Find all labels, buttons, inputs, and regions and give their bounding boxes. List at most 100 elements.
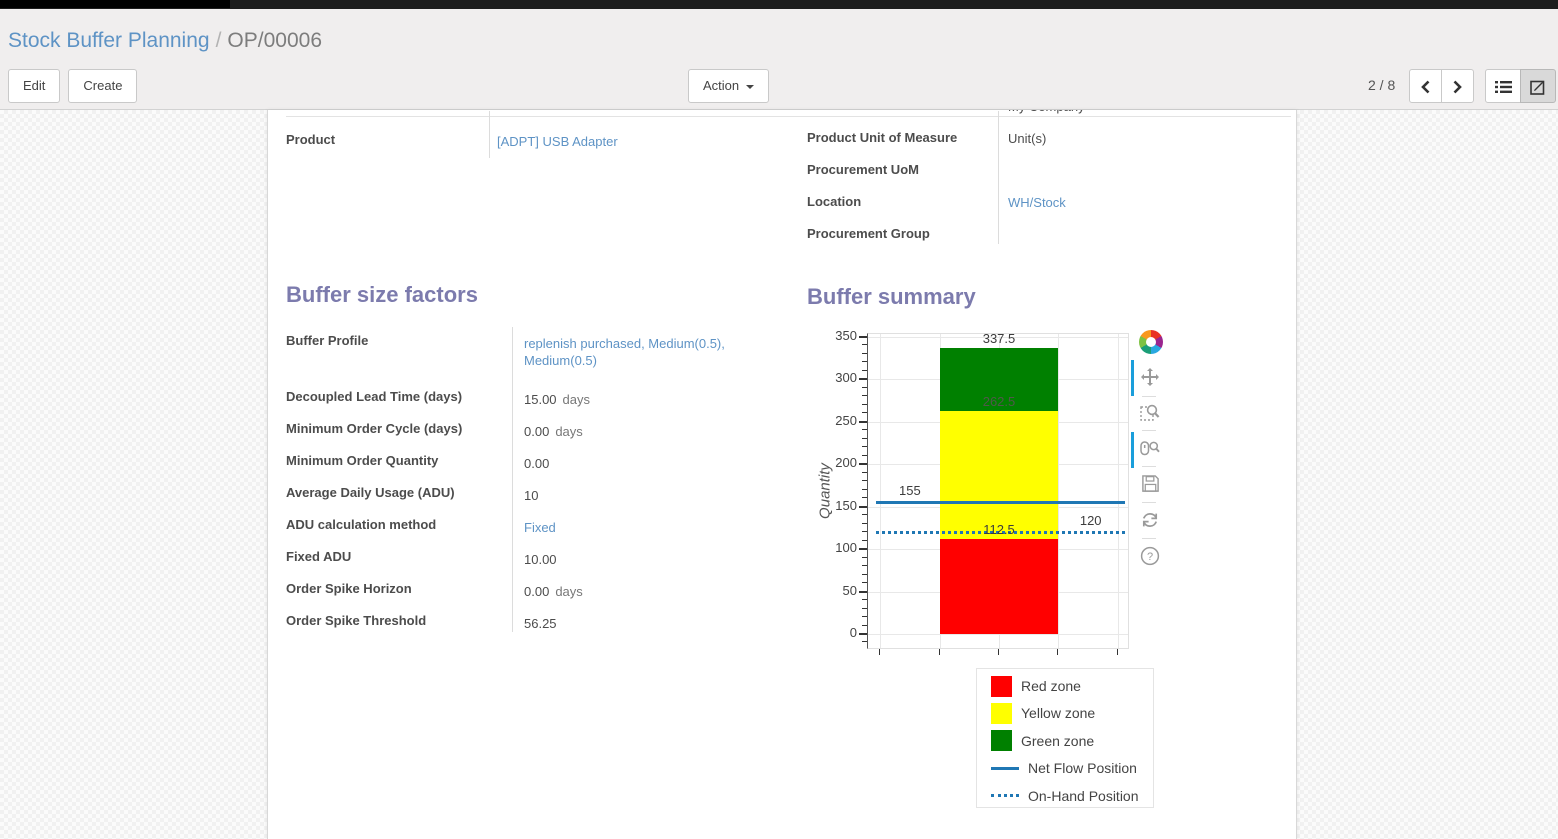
field-label: Fixed ADU	[286, 549, 351, 564]
field-value: 0.00days	[524, 423, 776, 440]
field-value-link[interactable]: Fixed	[524, 519, 776, 536]
action-dropdown-button[interactable]: Action	[688, 69, 769, 103]
reset-icon	[1140, 510, 1160, 530]
top-navbar-active-segment	[0, 0, 230, 8]
field-label: Average Daily Usage (ADU)	[286, 485, 455, 500]
active-tool-indicator	[1131, 360, 1134, 396]
field-row: Order Spike Threshold56.25	[286, 607, 786, 639]
next-icon	[1452, 80, 1463, 94]
y-axis-minor-tick	[862, 353, 867, 354]
y-axis-minor-tick	[862, 361, 867, 362]
reset-tool-button[interactable]	[1139, 510, 1161, 532]
y-axis-tick	[859, 463, 867, 465]
save-tool-button[interactable]	[1139, 474, 1161, 496]
legend-label: Yellow zone	[1021, 705, 1095, 721]
y-axis-minor-tick	[862, 497, 867, 498]
toolbar-divider	[1142, 396, 1156, 397]
save-icon	[1141, 474, 1160, 493]
pager-next-button[interactable]	[1441, 69, 1474, 103]
y-axis-minor-tick	[862, 412, 867, 413]
field-row: Minimum Order Cycle (days) 0.00days	[286, 415, 786, 447]
field-value: 56.25	[524, 615, 776, 632]
product-value-link[interactable]: [ADPT] USB Adapter	[497, 134, 618, 149]
breadcrumb-parent-link[interactable]: Stock Buffer Planning	[8, 29, 210, 52]
form-sheet: My Company Product [ADPT] USB Adapter Pr…	[267, 110, 1297, 839]
gridline	[1118, 334, 1119, 648]
y-axis-tick-label: 350	[817, 328, 857, 343]
edit-button[interactable]: Edit	[8, 69, 60, 103]
field-row: Location WH/Stock	[807, 186, 1291, 218]
y-axis-minor-tick	[862, 404, 867, 405]
y-axis-minor-tick	[862, 557, 867, 558]
field-unit: days	[563, 392, 590, 407]
y-axis-minor-tick	[862, 616, 867, 617]
y-axis-minor-tick	[862, 608, 867, 609]
y-axis-minor-tick	[862, 641, 867, 642]
y-axis-minor-tick	[862, 455, 867, 456]
bokeh-logo-icon[interactable]	[1139, 330, 1163, 354]
y-axis-minor-tick	[862, 480, 867, 481]
pan-icon	[1140, 367, 1160, 387]
active-tool-indicator	[1131, 432, 1134, 468]
field-row: Buffer Profile replenish purchased, Mediu…	[286, 327, 786, 383]
box-zoom-tool-button[interactable]	[1139, 402, 1161, 424]
field-value-link[interactable]: WH/Stock	[1008, 195, 1066, 210]
y-axis-tick	[859, 336, 867, 338]
pager-previous-button[interactable]	[1409, 69, 1442, 103]
field-label: Buffer Profile	[286, 333, 368, 348]
y-axis-minor-tick	[862, 514, 867, 515]
y-axis-minor-tick	[862, 523, 867, 524]
help-icon: ?	[1140, 546, 1160, 566]
legend-label: Net Flow Position	[1028, 760, 1137, 776]
y-axis-minor-tick	[862, 446, 867, 447]
x-axis-tick	[1117, 649, 1118, 655]
x-axis-tick	[939, 649, 940, 655]
field-label: Procurement UoM	[807, 162, 919, 177]
field-label: Procurement Group	[807, 226, 930, 241]
toolbar-divider	[1142, 466, 1156, 467]
product-label: Product	[286, 132, 335, 147]
previous-icon	[1420, 80, 1431, 94]
legend-swatch-line	[991, 767, 1019, 770]
wheel-zoom-icon	[1140, 438, 1160, 458]
y-axis-minor-tick	[862, 574, 867, 575]
legend-item: Yellow zone	[991, 701, 1095, 725]
field-label: ADU calculation method	[286, 517, 436, 532]
wheel-zoom-tool-button[interactable]	[1139, 438, 1161, 460]
legend-item: Net Flow Position	[991, 756, 1137, 780]
field-value: 0.00	[524, 455, 776, 472]
field-row: Decoupled Lead Time (days)15.00days	[286, 383, 786, 415]
field-label: Order Spike Horizon	[286, 581, 412, 596]
y-axis-tick	[859, 591, 867, 593]
y-axis-tick-label: 300	[817, 370, 857, 385]
legend-label: Green zone	[1021, 733, 1094, 749]
field-row: Procurement UoM	[807, 154, 1291, 186]
y-axis-minor-tick	[862, 370, 867, 371]
field-value: 0.00days	[524, 583, 776, 600]
field-label: Location	[807, 194, 861, 209]
y-axis-tick	[859, 506, 867, 508]
field-label: Minimum Order Cycle (days)	[286, 421, 462, 436]
pan-tool-button[interactable]	[1139, 367, 1161, 389]
field-row: Fixed ADU10.00	[286, 543, 786, 575]
chart-zone-red-zone	[940, 539, 1059, 634]
y-axis-minor-tick	[862, 531, 867, 532]
y-axis-minor-tick	[862, 438, 867, 439]
pager-counter: 2 / 8	[1368, 77, 1395, 93]
field-unit: days	[555, 584, 582, 599]
form-view-button[interactable]	[1520, 69, 1556, 103]
field-value-link[interactable]: replenish purchased, Medium(0.5), Medium…	[524, 335, 776, 369]
legend-item: Green zone	[991, 729, 1094, 753]
section-title-buffer-summary: Buffer summary	[807, 284, 976, 310]
legend-label: On-Hand Position	[1028, 788, 1139, 804]
y-axis-tick	[859, 421, 867, 423]
chart-value-label: 112.5	[983, 522, 1015, 537]
chart-plot-area[interactable]: 155120337.5262.5112.5	[867, 333, 1129, 649]
list-view-icon	[1495, 80, 1512, 94]
y-axis-minor-tick	[862, 489, 867, 490]
list-view-button[interactable]	[1485, 69, 1521, 103]
box-zoom-icon	[1140, 402, 1160, 422]
create-button[interactable]: Create	[68, 69, 137, 103]
form-view-icon	[1530, 79, 1546, 95]
help-tool-button[interactable]: ?	[1139, 546, 1161, 568]
